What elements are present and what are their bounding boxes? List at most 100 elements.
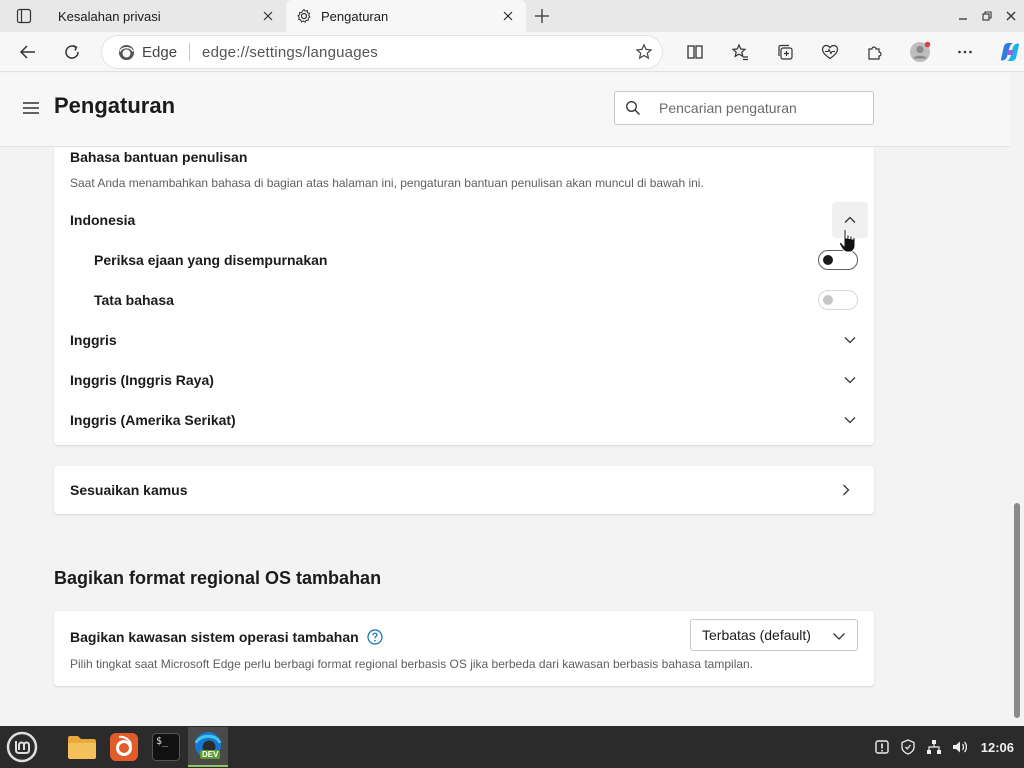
chevron-up-icon bbox=[844, 216, 856, 223]
profile-button[interactable] bbox=[897, 34, 942, 70]
chevron-down-icon[interactable] bbox=[838, 368, 862, 392]
settings-header: Pengaturan bbox=[0, 73, 1010, 147]
help-icon[interactable] bbox=[367, 629, 383, 645]
tab-pengaturan[interactable]: Pengaturan bbox=[286, 0, 526, 32]
close-window-button[interactable] bbox=[1000, 5, 1022, 27]
terminal-app[interactable]: $_ bbox=[146, 727, 186, 767]
gear-icon bbox=[296, 8, 312, 24]
copilot-button[interactable] bbox=[987, 34, 1024, 70]
settings-page: Pengaturan Bahasa bantuan penulisan Saat… bbox=[0, 73, 1010, 724]
regional-format-label: Bagikan kawasan sistem operasi tambahan bbox=[70, 629, 359, 645]
star-icon bbox=[635, 43, 653, 60]
heart-pulse-icon bbox=[821, 44, 838, 60]
language-name: Inggris (Inggris Raya) bbox=[70, 372, 214, 388]
network-icon[interactable] bbox=[923, 736, 945, 758]
site-identity[interactable]: Edge bbox=[102, 44, 177, 61]
firefox-icon bbox=[110, 733, 138, 761]
chevron-right-icon bbox=[834, 478, 858, 502]
close-tab-icon[interactable] bbox=[260, 8, 276, 24]
page-scrollbar[interactable] bbox=[1010, 73, 1024, 724]
option-label: Periksa ejaan yang disempurnakan bbox=[94, 252, 328, 268]
toolbar-right bbox=[672, 34, 1024, 70]
volume-icon[interactable] bbox=[949, 736, 971, 758]
dev-badge: DEV bbox=[200, 750, 221, 759]
address-bar[interactable]: Edge edge://settings/languages bbox=[102, 36, 662, 68]
language-row-indonesia[interactable]: Indonesia bbox=[54, 200, 874, 240]
system-tray: 12:06 bbox=[867, 726, 1014, 768]
chevron-down-icon[interactable] bbox=[838, 328, 862, 352]
settings-search[interactable] bbox=[614, 91, 874, 125]
writing-assist-card: Bahasa bantuan penulisan Saat Anda menam… bbox=[54, 147, 874, 445]
dropdown-value: Terbatas (default) bbox=[702, 627, 811, 643]
writing-assist-heading: Bahasa bantuan penulisan bbox=[70, 149, 248, 165]
language-row-inggris-raya[interactable]: Inggris (Inggris Raya) bbox=[54, 360, 874, 400]
refresh-icon bbox=[65, 44, 79, 59]
search-input[interactable] bbox=[651, 100, 861, 116]
split-screen-icon bbox=[686, 45, 703, 59]
menu-button[interactable] bbox=[22, 101, 42, 117]
plus-icon bbox=[535, 9, 549, 23]
new-tab-button[interactable] bbox=[526, 0, 558, 32]
edge-dev-icon: DEV bbox=[192, 730, 224, 762]
window-controls bbox=[952, 0, 1024, 32]
mint-menu-button[interactable] bbox=[2, 727, 42, 767]
edge-logo-icon bbox=[118, 44, 135, 60]
avatar bbox=[909, 41, 930, 62]
minimize-button[interactable] bbox=[952, 5, 974, 27]
terminal-prompt: $_ bbox=[156, 736, 169, 747]
url-text[interactable]: edge://settings/languages bbox=[202, 44, 626, 61]
regional-format-label-wrap: Bagikan kawasan sistem operasi tambahan bbox=[70, 629, 383, 645]
page-title: Pengaturan bbox=[54, 93, 176, 118]
hand-cursor-icon bbox=[838, 228, 856, 253]
back-arrow-icon bbox=[19, 45, 35, 59]
update-manager-icon[interactable] bbox=[871, 736, 893, 758]
option-row-grammar: Tata bahasa bbox=[54, 280, 874, 320]
option-row-spellcheck: Periksa ejaan yang disempurnakan bbox=[54, 240, 874, 280]
search-icon bbox=[615, 100, 651, 116]
language-name: Inggris bbox=[70, 332, 117, 348]
customize-dictionary-row[interactable]: Sesuaikan kamus bbox=[54, 466, 874, 514]
regional-format-dropdown[interactable]: Terbatas (default) bbox=[690, 619, 858, 651]
firefox-app[interactable] bbox=[104, 727, 144, 767]
files-app[interactable] bbox=[62, 727, 102, 767]
regional-format-card: Bagikan kawasan sistem operasi tambahan … bbox=[54, 611, 874, 686]
tab-strip: Kesalahan privasi Pengaturan bbox=[0, 0, 1024, 32]
puzzle-icon bbox=[867, 46, 882, 60]
collections-button[interactable] bbox=[762, 34, 807, 70]
shield-icon[interactable] bbox=[897, 736, 919, 758]
close-tab-icon[interactable] bbox=[500, 8, 516, 24]
chevron-down-icon bbox=[833, 633, 845, 640]
scroll-thumb[interactable] bbox=[1014, 503, 1020, 718]
back-button[interactable] bbox=[10, 34, 46, 70]
hamburger-icon bbox=[23, 102, 39, 114]
option-label: Tata bahasa bbox=[94, 292, 174, 308]
os-taskbar: $_ DEV 12:06 bbox=[0, 726, 1024, 768]
grammar-toggle[interactable] bbox=[818, 290, 858, 310]
collections-icon bbox=[777, 44, 793, 60]
restore-button[interactable] bbox=[976, 5, 998, 27]
clock[interactable]: 12:06 bbox=[981, 740, 1014, 755]
tab-label: Pengaturan bbox=[321, 8, 389, 24]
split-screen-button[interactable] bbox=[672, 34, 717, 70]
language-row-inggris[interactable]: Inggris bbox=[54, 320, 874, 360]
refresh-button[interactable] bbox=[54, 34, 90, 70]
extensions-button[interactable] bbox=[852, 34, 897, 70]
regional-format-heading: Bagikan format regional OS tambahan bbox=[54, 568, 382, 588]
toggle-knob bbox=[823, 255, 833, 265]
tab-kesalahan-privasi[interactable]: Kesalahan privasi bbox=[48, 0, 286, 32]
tab-label: Kesalahan privasi bbox=[58, 8, 161, 24]
browser-essentials-button[interactable] bbox=[807, 34, 852, 70]
favorites-star-icon bbox=[731, 43, 748, 61]
language-name: Inggris (Amerika Serikat) bbox=[70, 412, 236, 428]
tab-actions-button[interactable] bbox=[0, 0, 48, 32]
favorites-button[interactable] bbox=[717, 34, 762, 70]
chevron-down-icon[interactable] bbox=[838, 408, 862, 432]
more-dots-icon bbox=[957, 50, 972, 54]
language-row-inggris-as[interactable]: Inggris (Amerika Serikat) bbox=[54, 400, 874, 440]
folder-icon bbox=[68, 736, 96, 759]
more-menu-button[interactable] bbox=[942, 34, 987, 70]
terminal-icon: $_ bbox=[152, 733, 180, 761]
customize-dictionary-label: Sesuaikan kamus bbox=[70, 482, 188, 498]
favorite-button[interactable] bbox=[626, 43, 662, 61]
edge-dev-app[interactable]: DEV bbox=[188, 727, 228, 767]
